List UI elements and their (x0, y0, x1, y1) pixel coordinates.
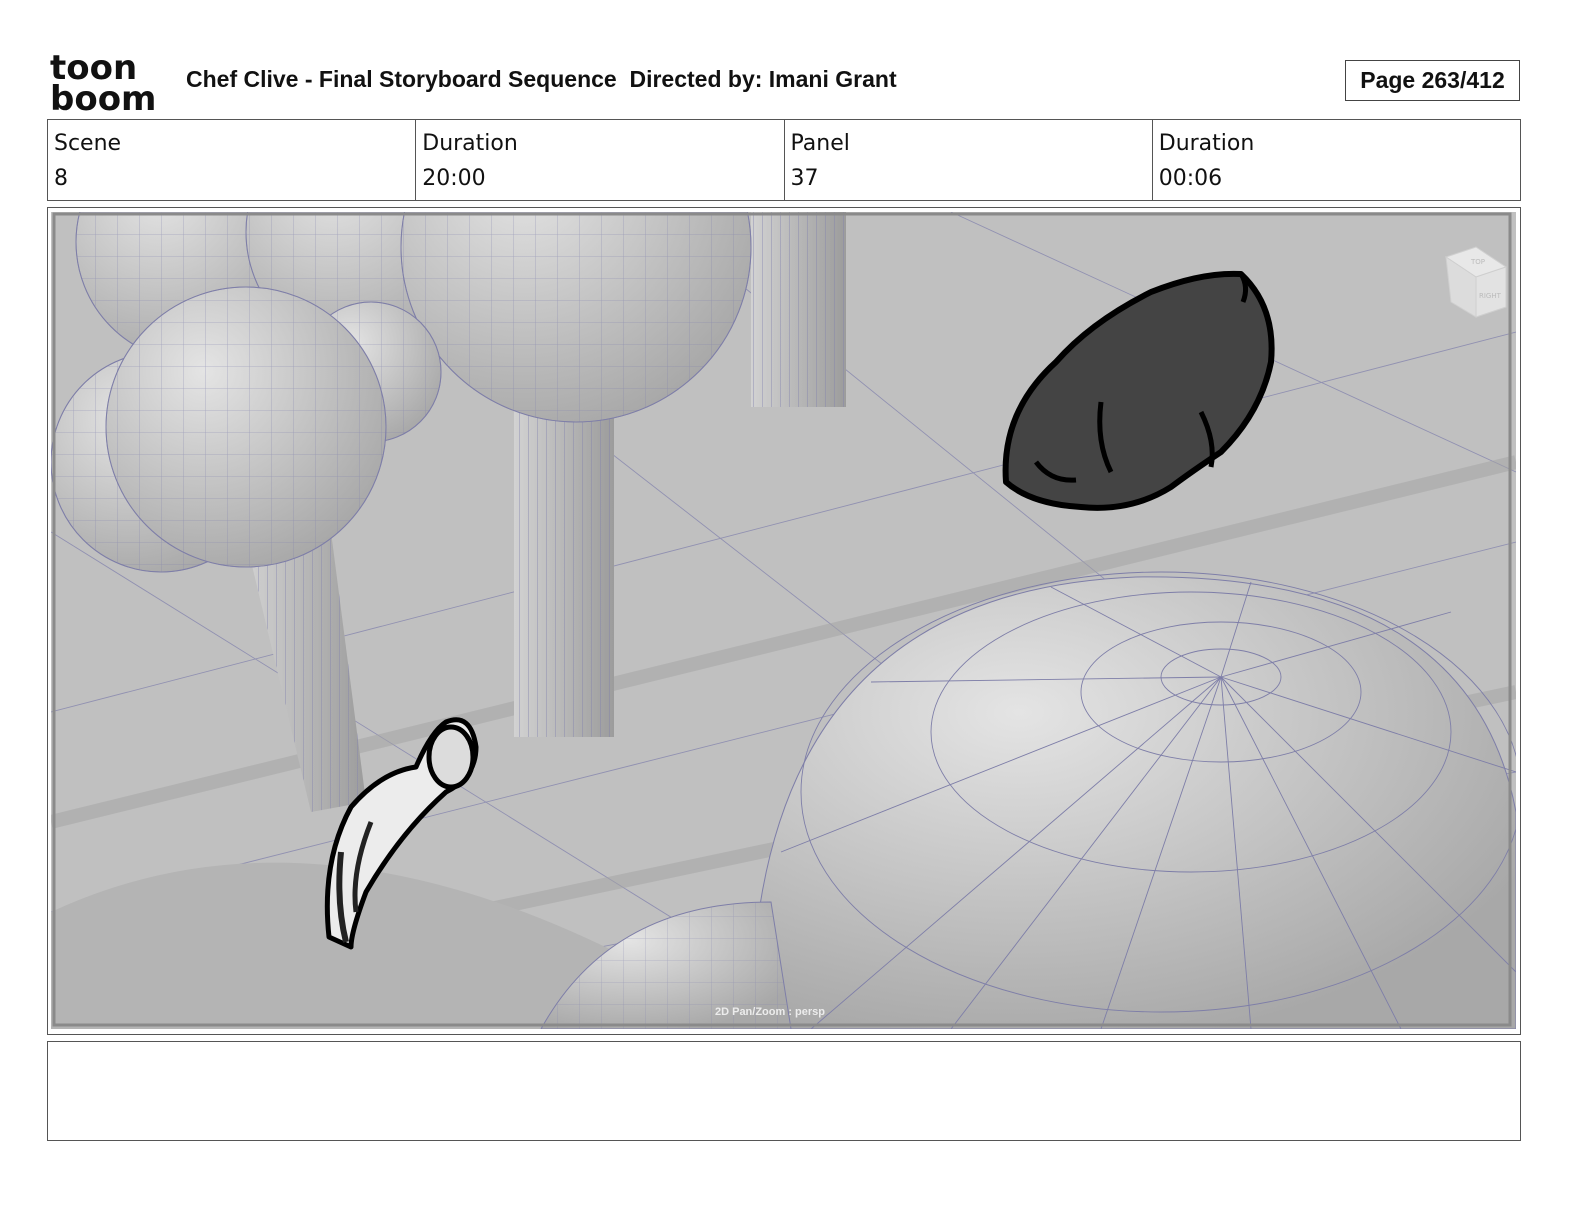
scene-info-table: Scene 8 Duration 20:00 Panel 37 Duration… (47, 119, 1521, 201)
scene-value: 8 (54, 166, 68, 191)
document-title: Chef Clive - Final Storyboard Sequence D… (186, 66, 897, 92)
scene-duration-cell: Duration 20:00 (415, 120, 783, 200)
logo-text-line2: boom (50, 79, 156, 112)
panel-value: 37 (790, 166, 819, 191)
viewport-camera-label: 2D Pan/Zoom : persp (714, 1006, 826, 1018)
page-indicator: Page 263/412 (1345, 60, 1520, 101)
toon-boom-logo: toon boom (50, 50, 156, 112)
scene-duration-value: 20:00 (422, 166, 486, 191)
panel-notes-box (47, 1041, 1521, 1141)
panel-duration-cell: Duration 00:06 (1151, 120, 1520, 200)
storyboard-panel-image: TOP RIGHT (51, 212, 1516, 1029)
panel-duration-value: 00:06 (1158, 166, 1223, 191)
view-cube-top-label: TOP (1470, 258, 1485, 266)
panel-cell: Panel 37 (783, 120, 1152, 200)
scene-cell: Scene 8 (48, 120, 415, 200)
panel-duration-label: Duration (1158, 131, 1255, 156)
scene-duration-label: Duration (422, 131, 518, 156)
scene-label: Scene (54, 131, 122, 156)
view-cube-side-label: RIGHT (1479, 292, 1502, 300)
panel-label: Panel (790, 131, 850, 156)
